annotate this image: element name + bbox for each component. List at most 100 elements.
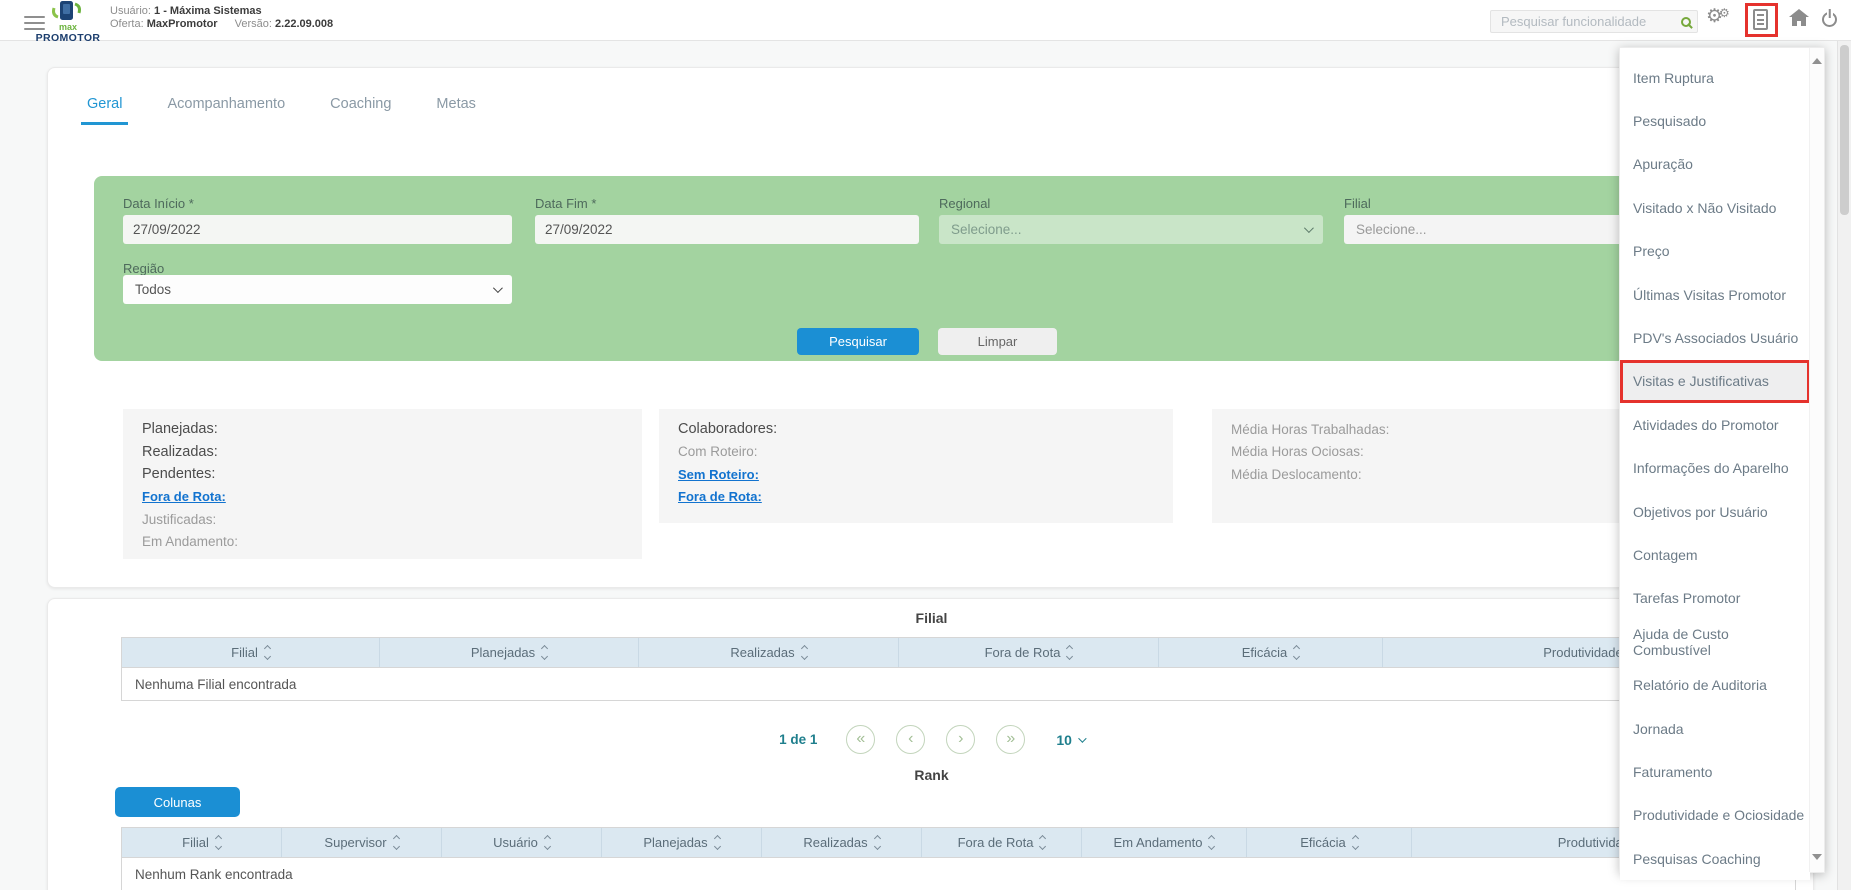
column-header-filial[interactable]: Filial (122, 828, 282, 857)
visits-summary-box: Planejadas: Realizadas: Pendentes: Fora … (123, 409, 642, 559)
filial-table-title: Filial (915, 610, 948, 626)
regiao-select-value: Todos (135, 282, 172, 297)
menu-item-informacoes-do-aparelho[interactable]: Informações do Aparelho (1620, 446, 1810, 490)
menu-item-contagem[interactable]: Contagem (1620, 533, 1810, 577)
logout-power-icon[interactable] (1822, 12, 1837, 27)
column-label: Produtividade (1543, 645, 1623, 660)
first-page-button[interactable]: « (846, 725, 876, 754)
sort-icon[interactable] (214, 835, 222, 850)
scroll-up-icon[interactable] (1812, 58, 1822, 64)
menu-item-pdvs-associados-usuario[interactable]: PDV's Associados Usuário (1620, 316, 1810, 360)
data-fim-input[interactable] (535, 215, 919, 244)
sort-icon[interactable] (1039, 835, 1047, 850)
sort-icon[interactable] (1066, 645, 1074, 660)
search-input[interactable] (1491, 14, 1681, 29)
app-logo: max PROMOTOR (30, 1, 106, 44)
menu-scrollbar[interactable] (1809, 48, 1824, 872)
column-header-fora-de-rota[interactable]: Fora de Rota (899, 638, 1159, 667)
next-page-button[interactable]: › (946, 725, 976, 754)
menu-item-apuracao[interactable]: Apuração (1620, 142, 1810, 187)
filial-label: Filial (1344, 196, 1371, 211)
tab-geral[interactable]: Geral (81, 96, 129, 125)
sort-icon[interactable] (800, 645, 808, 660)
sort-icon[interactable] (1351, 835, 1359, 850)
logo-text-promotor: PROMOTOR (35, 32, 101, 44)
rank-table-title: Rank (914, 767, 949, 783)
column-header-usuario[interactable]: Usuário (442, 828, 602, 857)
menu-item-ajuda-de-custo-combustivel[interactable]: Ajuda de Custo Combustível (1620, 620, 1810, 664)
column-header-realizadas[interactable]: Realizadas (762, 828, 922, 857)
regional-label: Regional (939, 196, 991, 211)
sort-icon[interactable] (873, 835, 881, 850)
data-inicio-input[interactable] (123, 215, 512, 244)
sort-icon[interactable] (713, 835, 721, 850)
tab-coaching[interactable]: Coaching (324, 96, 397, 125)
column-header-filial[interactable]: Filial (122, 638, 380, 667)
regiao-select[interactable]: Todos (123, 275, 512, 304)
sort-icon[interactable] (1293, 645, 1301, 660)
column-label: Realizadas (803, 835, 868, 850)
menu-item-jornada[interactable]: Jornada (1620, 706, 1810, 751)
column-header-planejadas[interactable]: Planejadas (380, 638, 639, 667)
column-header-planejadas[interactable]: Planejadas (602, 828, 762, 857)
sort-icon[interactable] (541, 645, 549, 660)
menu-item-atividades-do-promotor[interactable]: Atividades do Promotor (1620, 403, 1810, 447)
column-label: Filial (231, 645, 258, 660)
colunas-button[interactable]: Colunas (115, 787, 240, 817)
scroll-down-icon[interactable] (1812, 854, 1822, 860)
sort-icon[interactable] (1208, 835, 1216, 850)
sort-icon[interactable] (543, 835, 551, 850)
page-scrollbar-thumb[interactable] (1840, 45, 1849, 215)
menu-item-preco[interactable]: Preço (1620, 229, 1810, 273)
version-label: Versão: (234, 18, 272, 30)
menu-item-ultimas-visitas-promotor[interactable]: Últimas Visitas Promotor (1620, 272, 1810, 317)
fora-de-rota-link[interactable]: Fora de Rota: (142, 489, 226, 504)
sem-roteiro-link[interactable]: Sem Roteiro: (678, 467, 759, 482)
menu-item-item-ruptura[interactable]: Item Ruptura (1620, 56, 1810, 100)
filter-panel: Data Início * Data Fim * Regional Seleci… (94, 176, 1769, 361)
pesquisar-button[interactable]: Pesquisar (797, 328, 919, 355)
tab-metas[interactable]: Metas (430, 96, 482, 125)
search-icon[interactable] (1681, 16, 1691, 27)
fora-de-rota-link[interactable]: Fora de Rota: (678, 489, 762, 504)
last-page-button[interactable]: » (996, 725, 1026, 754)
home-icon[interactable] (1789, 9, 1809, 27)
menu-item-visitado-x-nao-visitado[interactable]: Visitado x Não Visitado (1620, 186, 1810, 230)
menu-item-visitas-e-justificativas[interactable]: Visitas e Justificativas (1620, 359, 1810, 404)
menu-item-faturamento[interactable]: Faturamento (1620, 750, 1810, 794)
column-header-supervisor[interactable]: Supervisor (282, 828, 442, 857)
sort-icon[interactable] (263, 645, 271, 660)
column-header-realizadas[interactable]: Realizadas (639, 638, 899, 667)
user-value: 1 - Máxima Sistemas (154, 5, 262, 17)
menu-item-produtividade-e-ociosidade[interactable]: Produtividade e Ociosidade (1620, 793, 1810, 838)
general-card: Geral Acompanhamento Coaching Metas Data… (47, 67, 1814, 588)
column-header-eficacia[interactable]: Eficácia (1159, 638, 1383, 667)
reports-menu-icon[interactable] (1753, 9, 1768, 30)
column-label: Fora de Rota (957, 835, 1034, 850)
column-header-fora-de-rota[interactable]: Fora de Rota (922, 828, 1082, 857)
column-label: Em Andamento (1113, 835, 1203, 850)
menu-item-objetivos-por-usuario[interactable]: Objetivos por Usuário (1620, 489, 1810, 534)
page-size-select[interactable]: 10 (1056, 732, 1087, 748)
column-header-em-andamento[interactable]: Em Andamento (1082, 828, 1247, 857)
regional-select[interactable]: Selecione... (939, 215, 1323, 244)
prev-page-button[interactable]: ‹ (896, 725, 926, 754)
justificadas-stat: Justificadas: (142, 511, 217, 527)
tab-acompanhamento[interactable]: Acompanhamento (161, 96, 291, 125)
user-info: Usuário: 1 - Máxima Sistemas Oferta: Max… (110, 5, 333, 31)
menu-item-tarefas-promotor[interactable]: Tarefas Promotor (1620, 576, 1810, 621)
menu-item-pesquisado[interactable]: Pesquisado (1620, 99, 1810, 143)
column-label: Filial (182, 835, 209, 850)
collaborators-summary-box: Colaboradores: Com Roteiro: Sem Roteiro:… (659, 409, 1173, 523)
menu-item-pesquisas-coaching[interactable]: Pesquisas Coaching (1620, 837, 1810, 881)
column-label: Supervisor (324, 835, 387, 850)
logo-text-max: max (58, 22, 77, 32)
limpar-button[interactable]: Limpar (938, 328, 1057, 355)
settings-gears-icon[interactable]: ⚙ ⚙ (1706, 6, 1730, 26)
filial-table-header: Filial Planejadas Realizadas Fora de Rot… (122, 638, 1795, 667)
sort-icon[interactable] (392, 835, 400, 850)
menu-item-relatorio-de-auditoria[interactable]: Relatório de Auditoria (1620, 663, 1810, 707)
column-header-eficacia[interactable]: Eficácia (1247, 828, 1412, 857)
page-scrollbar[interactable] (1837, 41, 1851, 890)
chevron-down-icon (1303, 223, 1314, 234)
